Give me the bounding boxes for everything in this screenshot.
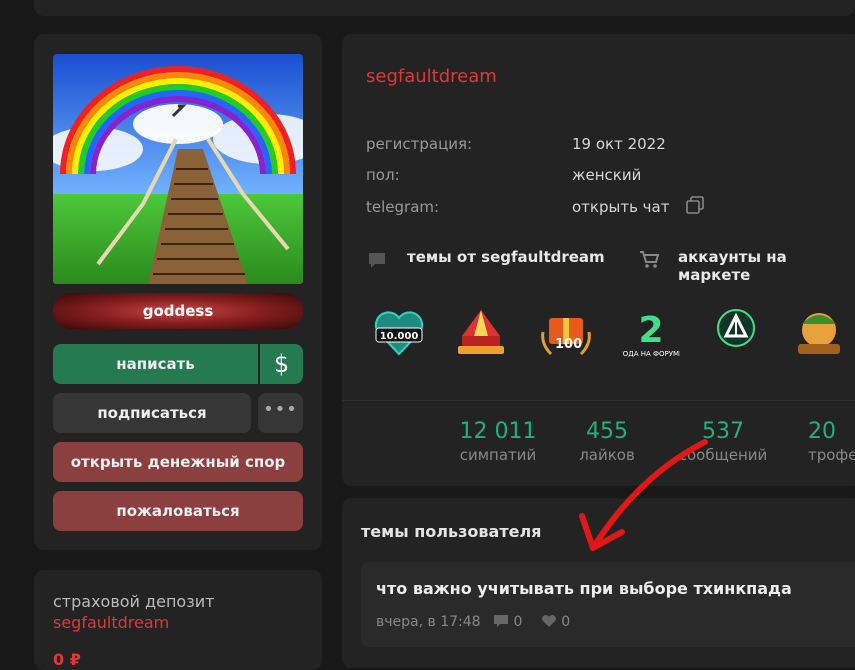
topics-header: темы пользователя xyxy=(361,522,542,541)
svg-text:100: 100 xyxy=(555,337,582,352)
trophy-1-text: 10.000 xyxy=(380,331,419,342)
user-topics-link[interactable]: темы от segfaultdream xyxy=(407,248,605,266)
heart-icon xyxy=(541,615,556,627)
summer-activist-trophy-icon[interactable] xyxy=(790,304,848,362)
avatar[interactable] xyxy=(53,54,303,284)
profile-main-card: segfaultdream регистрация: 19 окт 2022 п… xyxy=(342,34,855,486)
open-dispute-button[interactable]: открыть денежный спор xyxy=(53,442,303,482)
gender-label: пол: xyxy=(366,166,400,184)
user-topics-card: темы пользователя что важно учитывать пр… xyxy=(342,498,855,668)
stat-trophies-value: 20 xyxy=(808,419,836,444)
stat-likes[interactable]: 455 лайков xyxy=(552,419,662,464)
registration-label: регистрация: xyxy=(366,135,473,153)
avatar-image xyxy=(53,54,303,284)
telegram-label: telegram: xyxy=(366,198,440,216)
deposit-amount: 0 ₽ xyxy=(53,650,81,669)
stats-divider xyxy=(342,400,855,401)
profile-sidebar: goddess написать $ подписаться ••• откры… xyxy=(34,34,322,550)
topic-meta: вчера, в 17:48 0 0 xyxy=(376,614,570,630)
subscribe-button[interactable]: подписаться xyxy=(53,393,251,433)
registration-value: 19 окт 2022 xyxy=(572,135,666,153)
stat-messages-label: сообщений xyxy=(678,446,768,464)
two-years-trophy-icon[interactable]: 2 ГОДА НА ФОРУМЕ xyxy=(622,304,680,362)
stat-trophies[interactable]: 20 трофе xyxy=(808,419,855,464)
cart-icon xyxy=(640,251,660,268)
circus-tent-trophy-icon[interactable] xyxy=(452,304,510,362)
trophy-4-number: 2 xyxy=(638,310,663,351)
write-button[interactable]: написать xyxy=(53,344,258,384)
giftbox-100-trophy-icon[interactable]: 100 xyxy=(537,304,595,362)
deposit-card: страховой депозит segfaultdream 0 ₽ xyxy=(34,570,322,670)
topic-item[interactable]: что важно учитывать при выборе тхинкпада… xyxy=(361,562,855,647)
money-button[interactable]: $ xyxy=(260,344,303,384)
stat-likes-value: 455 xyxy=(586,419,628,444)
trophy-4-subtitle: ГОДА НА ФОРУМЕ xyxy=(622,350,680,358)
topic-likes-count: 0 xyxy=(561,614,571,630)
profile-username: segfaultdream xyxy=(366,66,497,87)
comment-icon xyxy=(494,615,509,627)
stat-sympathies[interactable]: 12 011 симпатий xyxy=(443,419,553,464)
topic-comments-count: 0 xyxy=(513,614,523,630)
telegram-open-chat-link[interactable]: открыть чат xyxy=(572,198,669,216)
top-bar xyxy=(34,0,855,16)
stat-trophies-label: трофе xyxy=(808,446,855,464)
stat-sympathies-label: симпатий xyxy=(459,446,537,464)
chat-bubble-icon xyxy=(369,253,385,268)
topic-time: вчера, в 17:48 xyxy=(376,614,481,630)
heart-10000-trophy-icon[interactable]: 10.000 xyxy=(370,304,428,362)
topic-title[interactable]: что важно учитывать при выборе тхинкпада xyxy=(376,579,792,598)
report-button[interactable]: пожаловаться xyxy=(53,491,303,531)
gender-value: женский xyxy=(572,166,642,184)
stat-messages-value: 537 xyxy=(702,419,744,444)
notpixel-trophy-icon[interactable] xyxy=(707,304,765,362)
stat-likes-label: лайков xyxy=(579,446,635,464)
deposit-title: страховой депозит xyxy=(53,592,215,611)
market-accounts-link[interactable]: аккаунты на маркете xyxy=(678,248,855,284)
stat-sympathies-value: 12 011 xyxy=(459,419,537,444)
deposit-username[interactable]: segfaultdream xyxy=(53,613,169,632)
user-rank-badge: goddess xyxy=(53,293,303,329)
copy-icon[interactable] xyxy=(685,195,705,215)
more-options-button[interactable]: ••• xyxy=(258,393,303,433)
stat-messages[interactable]: 537 сообщений xyxy=(668,419,778,464)
